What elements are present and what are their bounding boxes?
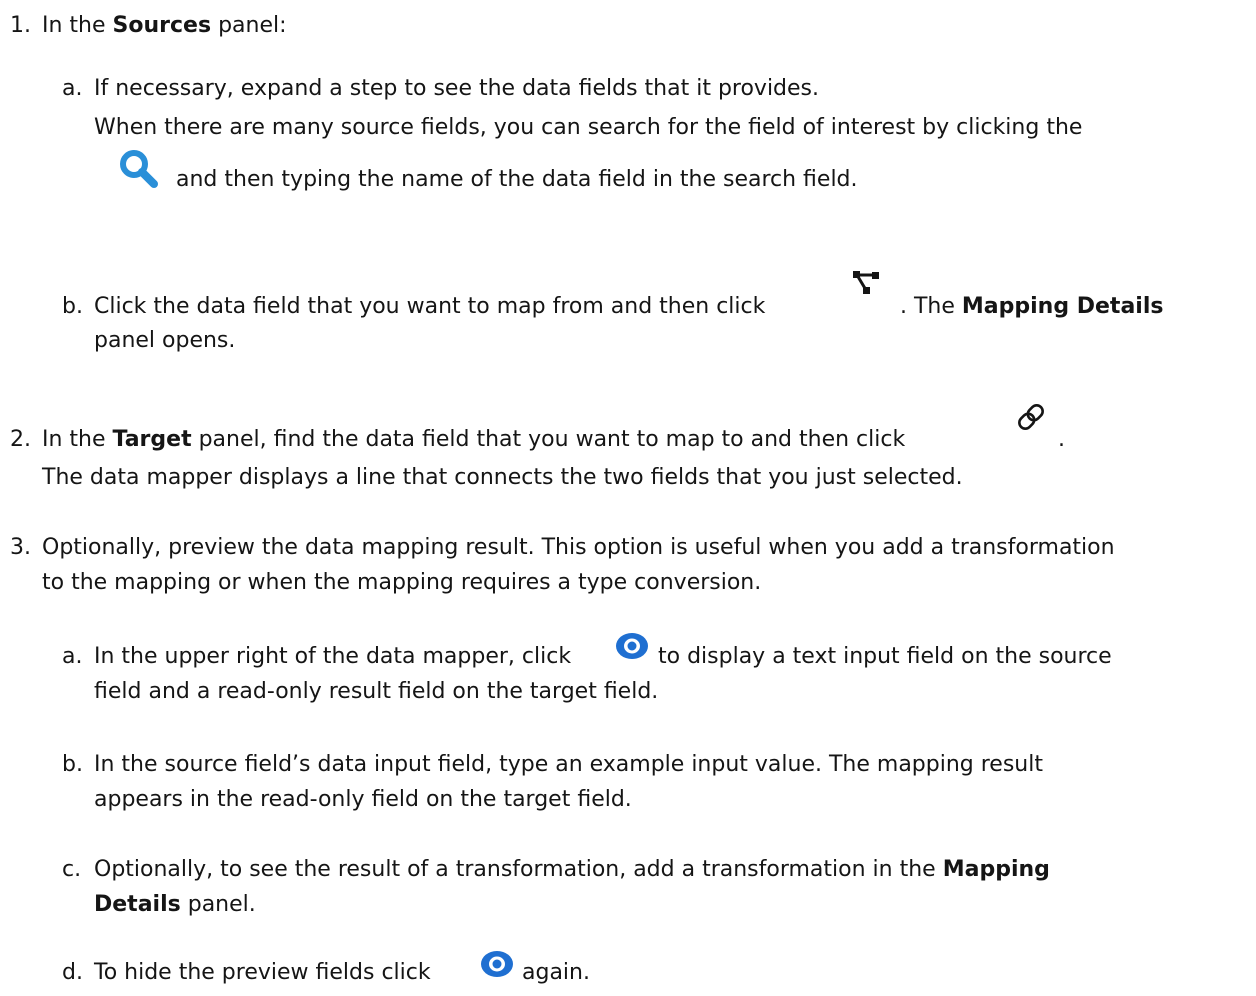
link-icon bbox=[1018, 404, 1044, 430]
substep-text: Details panel. bbox=[94, 892, 256, 917]
search-icon bbox=[120, 150, 158, 188]
step-number: 2. bbox=[10, 427, 31, 452]
eye-icon bbox=[481, 951, 513, 977]
substep-letter: c. bbox=[62, 857, 82, 882]
substep-text: and then typing the name of the data fie… bbox=[176, 167, 858, 192]
substep-letter: b. bbox=[62, 752, 83, 777]
substep-text: field and a read-only result field on th… bbox=[94, 679, 659, 704]
step-number: 3. bbox=[10, 535, 31, 560]
eye-icon bbox=[616, 633, 648, 659]
substep-letter: a. bbox=[62, 644, 83, 669]
substep-text: When there are many source fields, you c… bbox=[94, 115, 1083, 140]
substep-text: To hide the preview fields click bbox=[94, 960, 431, 985]
step-1-text: In the Sources panel: bbox=[42, 13, 287, 38]
substep-text: Optionally, to see the result of a trans… bbox=[94, 857, 1050, 882]
substep-text: In the source field’s data input field, … bbox=[94, 752, 1043, 777]
step-number: 1. bbox=[10, 13, 31, 38]
step-2-text: In the Target panel, find the data field… bbox=[42, 427, 906, 452]
substep-text: panel opens. bbox=[94, 328, 236, 353]
substep-letter: a. bbox=[62, 76, 83, 101]
substep-text: In the upper right of the data mapper, c… bbox=[94, 644, 572, 669]
substep-letter: d. bbox=[62, 960, 83, 985]
substep-text: to display a text input field on the sou… bbox=[658, 644, 1112, 669]
substep-letter: b. bbox=[62, 294, 83, 319]
create-mapping-icon bbox=[853, 271, 879, 294]
step-2-text-end: . bbox=[1058, 427, 1065, 452]
step-3-text: to the mapping or when the mapping requi… bbox=[42, 570, 762, 595]
step-3-text: Optionally, preview the data mapping res… bbox=[42, 535, 1115, 560]
substep-text: If necessary, expand a step to see the d… bbox=[94, 76, 820, 101]
substep-text: Click the data field that you want to ma… bbox=[94, 294, 766, 319]
substep-text: again. bbox=[522, 960, 590, 985]
substep-text: . The Mapping Details bbox=[900, 294, 1164, 319]
step-2-text: The data mapper displays a line that con… bbox=[42, 465, 963, 490]
substep-text: appears in the read-only field on the ta… bbox=[94, 787, 632, 812]
